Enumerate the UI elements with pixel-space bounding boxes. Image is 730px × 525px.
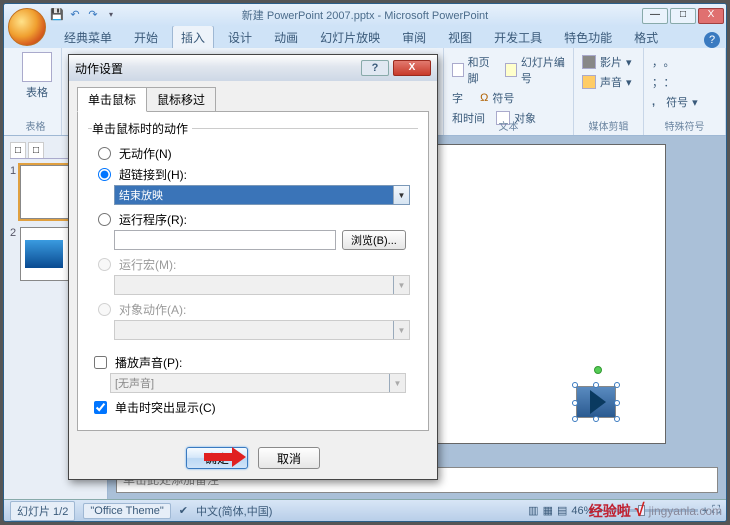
- group-symbol-label: 特殊符号: [644, 118, 725, 133]
- headerfooter-icon: [452, 63, 464, 77]
- label-macro: 运行宏(M):: [119, 256, 176, 273]
- ole-combo: ▼: [114, 320, 410, 340]
- tab-insert[interactable]: 插入: [172, 25, 214, 48]
- chk-sound[interactable]: [94, 356, 107, 369]
- window-close-button[interactable]: X: [698, 8, 724, 24]
- rotate-handle[interactable]: [594, 366, 602, 374]
- dlg-tab-hover[interactable]: 鼠标移过: [146, 87, 216, 112]
- tab-dev[interactable]: 开发工具: [486, 26, 550, 48]
- legend-click-action: 单击鼠标时的动作: [92, 120, 192, 137]
- dialog-close-button[interactable]: X: [393, 60, 431, 76]
- view-show-icon[interactable]: ▤: [557, 504, 567, 517]
- action-settings-dialog: 动作设置 ? X 单击鼠标 鼠标移过 单击鼠标时的动作 无动作(N) 超链接到(…: [68, 54, 438, 480]
- tab-anim[interactable]: 动画: [266, 26, 306, 48]
- chevron-down-icon[interactable]: ▼: [393, 186, 409, 204]
- cancel-button[interactable]: 取消: [258, 447, 320, 469]
- dialog-titlebar[interactable]: 动作设置 ? X: [69, 55, 437, 81]
- sym-more[interactable]: , 符号 ▾: [652, 94, 717, 110]
- radio-ole: [98, 303, 111, 316]
- qat-undo-icon[interactable]: ↶: [67, 7, 83, 23]
- tab-special[interactable]: 特色功能: [556, 26, 620, 48]
- watermark-check-icon: √: [635, 500, 645, 521]
- group-text-label: 文本: [444, 118, 573, 133]
- radio-macro: [98, 258, 111, 271]
- chk-highlight[interactable]: [94, 401, 107, 414]
- chevron-down-icon: ▼: [393, 321, 409, 339]
- watermark: 经验啦 √ jingyanla.com: [589, 500, 722, 521]
- table-label: 表格: [26, 84, 48, 100]
- qat-save-icon[interactable]: 💾: [49, 7, 65, 23]
- sym-row2[interactable]: ；：: [652, 74, 717, 90]
- help-icon[interactable]: ?: [704, 32, 720, 48]
- slidenum-icon: [505, 63, 517, 77]
- dialog-title: 动作设置: [75, 60, 123, 77]
- panel-tab-outline[interactable]: □: [28, 142, 44, 158]
- run-program-field[interactable]: [114, 230, 336, 250]
- table-icon: [22, 52, 52, 82]
- hyperlink-combo[interactable]: 结束放映▼: [114, 185, 410, 205]
- annotation-arrow: [204, 447, 252, 467]
- watermark-brand: 经验啦: [589, 501, 631, 521]
- forward-icon: [590, 390, 606, 414]
- sound-value: [无声音]: [111, 375, 389, 391]
- macro-combo: ▼: [114, 275, 410, 295]
- thumb-num-2: 2: [10, 227, 16, 281]
- chevron-down-icon: ▼: [393, 276, 409, 294]
- sound-icon: [582, 75, 596, 89]
- ribbon-tabs: 经典菜单 开始 插入 设计 动画 幻灯片放映 审阅 视图 开发工具 特色功能 格…: [4, 26, 726, 48]
- tab-view[interactable]: 视图: [440, 26, 480, 48]
- panel-tab-slides[interactable]: □: [10, 142, 26, 158]
- label-hyperlink: 超链接到(H):: [119, 166, 187, 183]
- selected-shape[interactable]: [572, 380, 620, 422]
- dlg-tab-click[interactable]: 单击鼠标: [77, 87, 147, 112]
- movie-icon: [582, 55, 596, 69]
- cmd-movie[interactable]: 影片 ▾: [582, 54, 635, 70]
- qat-dropdown-icon[interactable]: ▾: [103, 7, 119, 23]
- cmd-char-symbol[interactable]: 字 Ω 符号: [452, 90, 565, 106]
- view-sorter-icon[interactable]: ▦: [543, 504, 553, 517]
- thumb-num-1: 1: [10, 165, 16, 219]
- group-table-label: 表格: [10, 118, 61, 133]
- cmd-header-footer[interactable]: 和页脚 幻灯片编号: [452, 54, 565, 86]
- radio-none[interactable]: [98, 147, 111, 160]
- radio-hyperlink[interactable]: [98, 168, 111, 181]
- office-button[interactable]: [8, 8, 46, 46]
- chevron-down-icon: ▼: [389, 374, 405, 392]
- browse-button[interactable]: 浏览(B)...: [342, 230, 406, 250]
- tab-home[interactable]: 开始: [126, 26, 166, 48]
- max-button[interactable]: □: [670, 8, 696, 24]
- table-button[interactable]: 表格: [18, 52, 56, 100]
- title-bar: 💾 ↶ ↷ ▾ 新建 PowerPoint 2007.pptx - Micros…: [4, 4, 726, 26]
- label-sound: 播放声音(P):: [115, 354, 182, 371]
- spellcheck-icon[interactable]: ✔: [179, 504, 188, 517]
- radio-run-program[interactable]: [98, 213, 111, 226]
- tab-design[interactable]: 设计: [220, 26, 260, 48]
- tab-slideshow[interactable]: 幻灯片放映: [312, 26, 388, 48]
- dialog-help-button[interactable]: ?: [361, 60, 389, 76]
- label-highlight: 单击时突出显示(C): [115, 399, 216, 416]
- label-run-program: 运行程序(R):: [119, 211, 187, 228]
- status-lang: 中文(简体,中国): [196, 503, 272, 519]
- label-none: 无动作(N): [119, 145, 172, 162]
- window-title: 新建 PowerPoint 2007.pptx - Microsoft Powe…: [242, 7, 488, 23]
- hyperlink-value: 结束放映: [115, 187, 393, 203]
- thumb-2-image: [25, 240, 63, 268]
- sound-combo: [无声音]▼: [110, 373, 406, 393]
- group-media-label: 媒体剪辑: [574, 118, 643, 133]
- min-button[interactable]: —: [642, 8, 668, 24]
- sym-row1[interactable]: ，。: [652, 54, 717, 70]
- tab-classic[interactable]: 经典菜单: [56, 26, 120, 48]
- tab-review[interactable]: 审阅: [394, 26, 434, 48]
- tab-format[interactable]: 格式: [626, 26, 666, 48]
- label-ole: 对象动作(A):: [119, 301, 186, 318]
- status-theme: "Office Theme": [83, 503, 170, 519]
- watermark-url: jingyanla.com: [649, 504, 722, 518]
- cmd-sound[interactable]: 声音 ▾: [582, 74, 635, 90]
- qat-redo-icon[interactable]: ↷: [85, 7, 101, 23]
- view-normal-icon[interactable]: ▥: [528, 504, 538, 517]
- status-slide: 幻灯片 1/2: [10, 501, 75, 521]
- quick-access-toolbar: 💾 ↶ ↷ ▾: [49, 7, 119, 23]
